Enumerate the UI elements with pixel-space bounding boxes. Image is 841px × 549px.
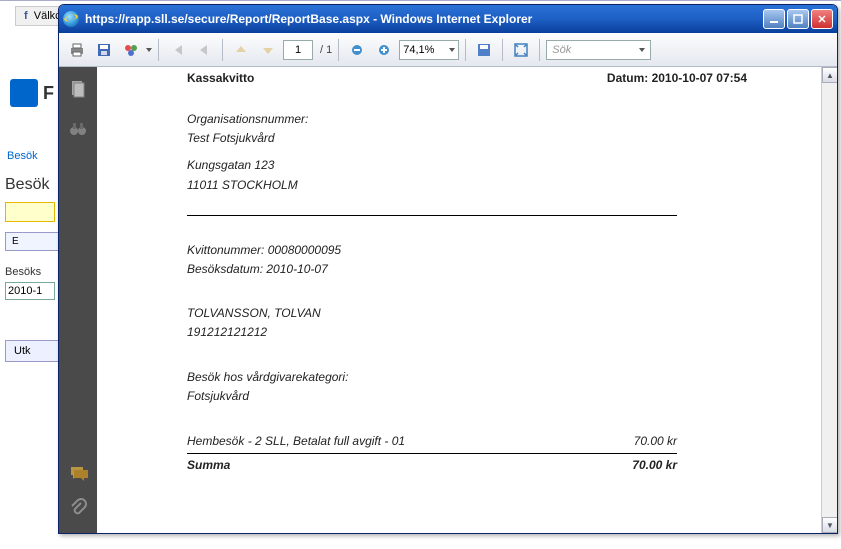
zoom-select[interactable]: 74,1% <box>399 40 459 60</box>
scroll-up-button[interactable]: ▲ <box>822 67 837 83</box>
bg-visit-label: Besöks <box>5 266 60 278</box>
attachment-icon[interactable] <box>68 498 88 518</box>
comment-icon[interactable] <box>68 463 88 483</box>
export-button[interactable] <box>119 38 143 62</box>
receipt-number: Kvittonummer: 00080000095 <box>187 241 747 260</box>
patient-id: 191212121212 <box>187 323 747 342</box>
close-icon <box>817 14 827 24</box>
binoculars-icon[interactable] <box>68 119 88 139</box>
address-line1: Kungsgatan 123 <box>187 156 747 175</box>
search-placeholder: Sök <box>552 44 571 56</box>
ie-popup-window: https://rapp.sll.se/secure/Report/Report… <box>58 4 838 534</box>
export-dropdown-icon[interactable] <box>146 48 152 52</box>
maximize-icon <box>793 14 803 24</box>
print-button[interactable] <box>65 38 89 62</box>
bg-heading: Besök <box>5 176 60 194</box>
zoom-out-button[interactable] <box>345 38 369 62</box>
visit-date: Besöksdatum: 2010-10-07 <box>187 260 747 279</box>
patient-name: TOLVANSSON, TOLVAN <box>187 304 747 323</box>
category-label: Besök hos vårdgivarekategori: <box>187 368 747 387</box>
maximize-button[interactable] <box>787 9 809 29</box>
logo-icon <box>10 79 38 107</box>
close-button[interactable] <box>811 9 833 29</box>
up-button[interactable] <box>229 38 253 62</box>
bg-date-input[interactable] <box>5 282 55 300</box>
divider <box>187 215 677 216</box>
facebook-icon: f <box>24 10 28 22</box>
sum-amount: 70.00 kr <box>632 458 677 472</box>
print-icon <box>69 42 85 58</box>
pdf-toolbar: / 1 74,1% Sök <box>59 33 837 67</box>
address-line2: 11011 STOCKHOLM <box>187 176 747 195</box>
bg-util-button[interactable]: Utk <box>5 340 60 362</box>
line-item-row: Hembesök - 2 SLL, Betalat full avgift - … <box>187 431 677 451</box>
report-date: Datum: 2010-10-07 07:54 <box>607 71 747 85</box>
titlebar-text: https://rapp.sll.se/secure/Report/Report… <box>85 12 763 26</box>
chevron-down-icon <box>639 48 645 52</box>
ie-icon <box>63 11 79 27</box>
prev-page-button[interactable] <box>192 38 216 62</box>
down-button[interactable] <box>256 38 280 62</box>
disk-icon <box>476 42 492 58</box>
down-icon <box>261 43 275 57</box>
vertical-scrollbar[interactable]: ▲ ▼ <box>821 67 837 533</box>
prev-page-icon <box>196 42 212 58</box>
minimize-button[interactable] <box>763 9 785 29</box>
org-name: Test Fotsjukvård <box>187 129 747 148</box>
save-icon <box>96 42 112 58</box>
export-icon <box>123 42 139 58</box>
up-icon <box>234 43 248 57</box>
bg-row-button[interactable]: E <box>5 232 60 251</box>
zoom-in-icon <box>377 43 391 57</box>
titlebar[interactable]: https://rapp.sll.se/secure/Report/Report… <box>59 5 837 33</box>
bg-tab-label: Välkc <box>34 10 61 22</box>
bg-link-besok[interactable]: Besök <box>5 146 60 166</box>
zoom-value: 74,1% <box>403 44 434 56</box>
sum-row: Summa 70.00 kr <box>187 453 677 472</box>
line-item-desc: Hembesök - 2 SLL, Betalat full avgift - … <box>187 434 405 448</box>
zoom-out-icon <box>350 43 364 57</box>
report-viewport[interactable]: Kassakvitto Datum: 2010-10-07 07:54 Orga… <box>97 67 837 533</box>
bg-text-input[interactable] <box>5 202 55 222</box>
search-input[interactable]: Sök <box>546 40 651 60</box>
save-disk-button[interactable] <box>472 38 496 62</box>
pages-icon[interactable] <box>68 79 88 99</box>
orgnr-label: Organisationsnummer: <box>187 110 747 129</box>
page-total-label: / 1 <box>320 44 332 56</box>
first-page-icon <box>169 42 185 58</box>
minimize-icon <box>769 14 779 24</box>
save-button[interactable] <box>92 38 116 62</box>
pdf-sidebar <box>59 67 97 533</box>
report-title: Kassakvitto <box>187 71 254 85</box>
line-item-amount: 70.00 kr <box>634 434 677 448</box>
logo-text: F <box>43 83 54 104</box>
chevron-down-icon <box>449 48 455 52</box>
fit-page-button[interactable] <box>509 38 533 62</box>
fit-icon <box>513 42 529 58</box>
zoom-in-button[interactable] <box>372 38 396 62</box>
first-page-button[interactable] <box>165 38 189 62</box>
sum-label: Summa <box>187 458 230 472</box>
category-value: Fotsjukvård <box>187 387 747 406</box>
page-number-input[interactable] <box>283 40 313 60</box>
scroll-down-button[interactable]: ▼ <box>822 517 837 533</box>
bg-logo: F <box>10 79 54 107</box>
